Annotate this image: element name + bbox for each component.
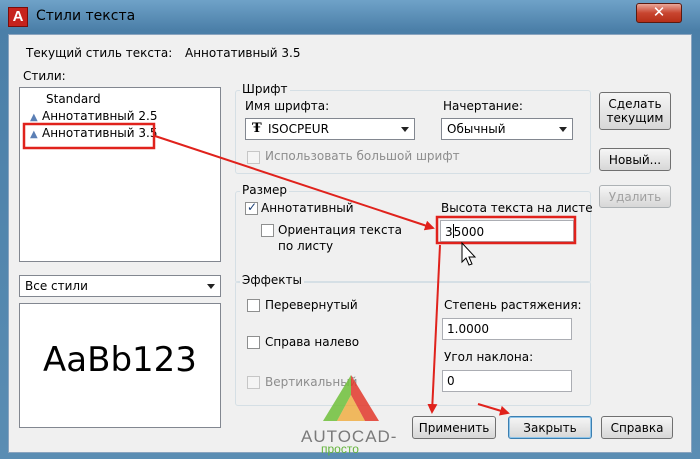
new-style-button[interactable]: Новый...	[599, 148, 671, 171]
font-name-combo[interactable]: Ŧ ISOCPEUR	[245, 118, 415, 140]
width-factor-input[interactable]: 1.0000	[442, 318, 572, 340]
annotative-checkbox[interactable]: ✓	[245, 200, 258, 215]
effects-legend: Эффекты	[240, 273, 304, 287]
font-style-label: Начертание:	[443, 99, 523, 113]
checkmark-icon: ✓	[247, 200, 258, 214]
orientation-checkbox[interactable]	[261, 224, 274, 237]
text-style-dialog: A Стили текста ✕ Текущий стиль текста: А…	[0, 0, 700, 459]
apply-label: Применить	[418, 420, 490, 435]
chevron-down-icon	[401, 127, 409, 132]
current-style-label: Текущий стиль текста:	[26, 46, 173, 60]
bigfont-label: Использовать большой шрифт	[265, 149, 460, 163]
close-button[interactable]: Закрыть	[508, 416, 592, 439]
size-legend: Размер	[240, 183, 290, 197]
new-style-label: Новый...	[608, 152, 662, 167]
oblique-angle-value: 0	[447, 374, 455, 388]
annotative-icon: ▲	[30, 129, 38, 140]
delete-style-button[interactable]: Удалить	[599, 185, 671, 208]
set-current-label: Сделать текущим	[606, 97, 664, 125]
paper-height-value-end: 5000	[453, 225, 485, 239]
watermark-subtext: просто	[321, 442, 359, 456]
dialog-title: Стили текста	[36, 8, 136, 24]
chevron-down-icon	[559, 127, 567, 132]
upside-down-checkbox[interactable]	[247, 299, 260, 312]
apply-button[interactable]: Применить	[412, 416, 496, 439]
current-style-value: Аннотативный 3.5	[185, 46, 301, 60]
style-item-annotative-2-5[interactable]: ▲ Аннотативный 2.5	[30, 109, 157, 126]
help-label: Справка	[610, 420, 664, 435]
styles-list[interactable]: Standard ▲ Аннотативный 2.5 ▲ Аннотативный…	[19, 87, 221, 262]
backwards-label: Справа налево	[265, 335, 360, 349]
annotative-icon: ▲	[30, 112, 38, 123]
help-button[interactable]: Справка	[601, 416, 673, 439]
width-factor-label: Степень растяжения:	[444, 298, 582, 312]
style-item-annotative-3-5[interactable]: ▲ Аннотативный 3.5	[30, 126, 157, 143]
autocad-app-icon[interactable]: A	[8, 7, 28, 27]
font-style-combo[interactable]: Обычный	[441, 118, 573, 140]
close-label: Закрыть	[523, 420, 577, 435]
vertical-checkbox[interactable]	[247, 376, 260, 389]
style-item-label: Аннотативный 2.5	[42, 109, 158, 123]
paper-height-value-start: 3	[445, 225, 453, 239]
set-current-button[interactable]: Сделать текущим	[599, 92, 671, 130]
annotative-label: Аннотативный	[261, 201, 354, 215]
styles-label: Стили:	[23, 69, 66, 83]
upside-down-label: Перевернутый	[265, 298, 358, 312]
style-item-standard[interactable]: Standard	[46, 92, 101, 109]
truetype-icon: Ŧ	[252, 121, 262, 136]
styles-filter-value: Все стили	[25, 279, 88, 293]
preview-text: AaBb123	[43, 340, 197, 380]
dialog-body: Текущий стиль текста: Аннотативный 3.5 С…	[8, 34, 692, 456]
title-bar[interactable]: A Стили текста ✕	[0, 0, 700, 34]
logo-triangle-icon	[323, 375, 379, 421]
paper-height-label: Высота текста на листе	[441, 201, 593, 215]
font-style-value: Обычный	[447, 122, 506, 136]
oblique-angle-input[interactable]: 0	[442, 370, 572, 392]
bigfont-checkbox[interactable]	[247, 151, 260, 164]
orientation-label-line-2: по листу	[278, 239, 334, 253]
delete-style-label: Удалить	[608, 189, 662, 204]
backwards-checkbox[interactable]	[247, 336, 260, 349]
paper-height-value: 35000	[445, 224, 484, 239]
autocad-prosto-logo	[321, 373, 381, 423]
chevron-down-icon	[207, 284, 215, 289]
font-name-label: Имя шрифта:	[245, 99, 330, 113]
style-item-label: Аннотативный 3.5	[42, 126, 158, 140]
styles-filter-combo[interactable]: Все стили	[19, 275, 221, 297]
paper-height-input[interactable]: 35000	[440, 220, 574, 242]
close-window-icon[interactable]: ✕	[636, 3, 682, 23]
width-factor-value: 1.0000	[447, 322, 489, 336]
style-preview: AaBb123	[19, 303, 221, 428]
oblique-angle-label: Угол наклона:	[444, 350, 534, 364]
font-name-value: ISOCPEUR	[268, 122, 329, 136]
font-legend: Шрифт	[240, 82, 290, 96]
orientation-label-line-1: Ориентация текста	[278, 223, 402, 237]
